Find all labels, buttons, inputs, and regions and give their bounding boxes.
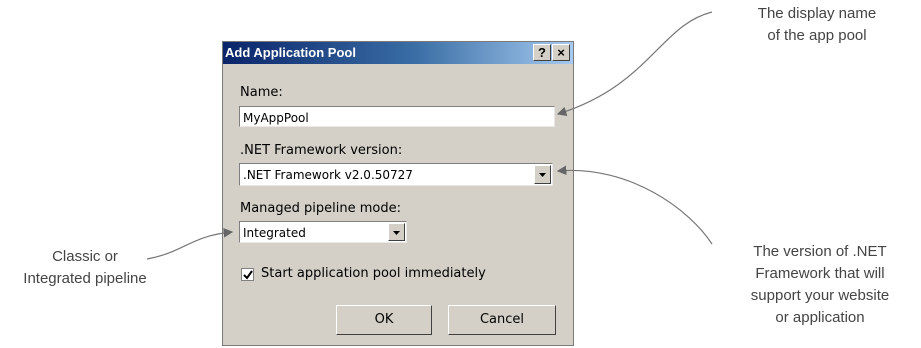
arrow-display-name <box>556 11 713 117</box>
arrow-pipeline <box>146 228 234 260</box>
arrow-net-version <box>556 165 713 245</box>
callout-arrows <box>146 11 713 260</box>
